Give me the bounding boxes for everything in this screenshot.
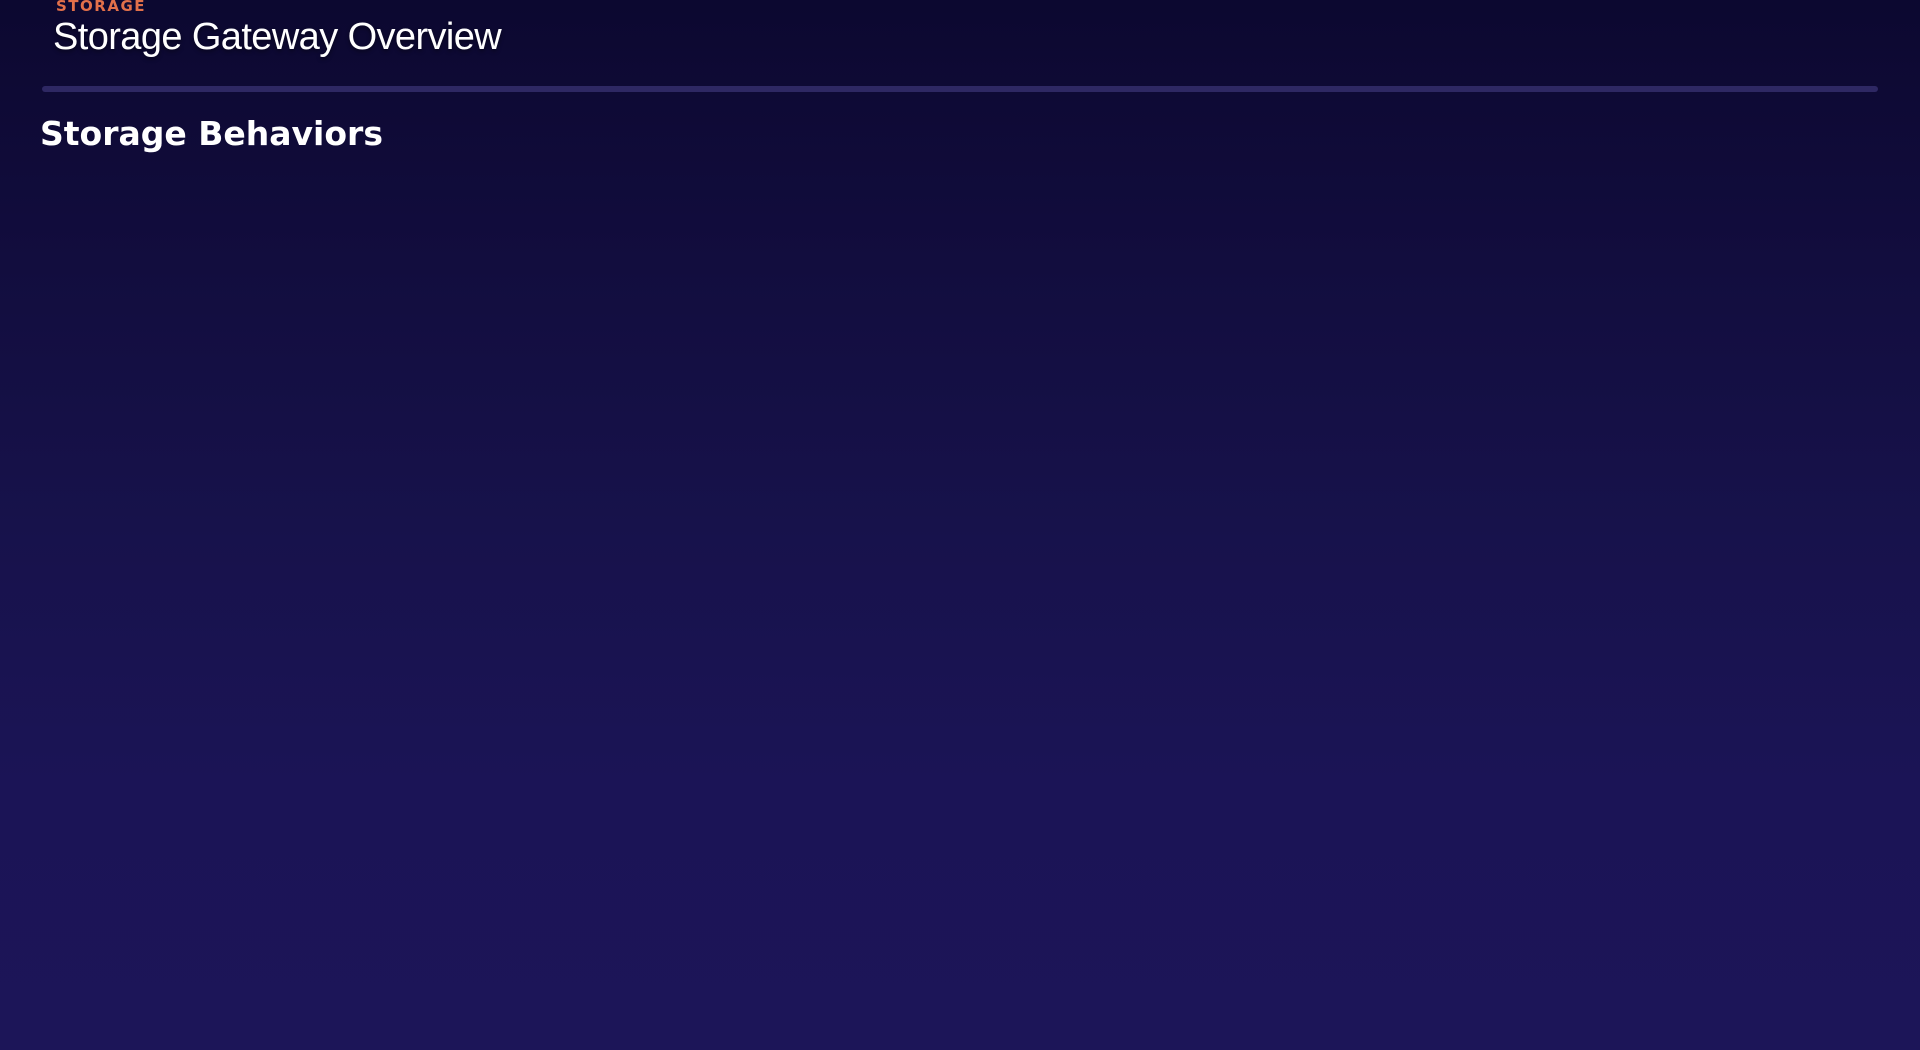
category-eyebrow: STORAGE xyxy=(56,0,147,15)
section-title: Storage Behaviors xyxy=(40,114,383,153)
page-title: Storage Gateway Overview xyxy=(53,16,502,58)
header-divider xyxy=(42,86,1878,92)
page-header: STORAGE Storage Gateway Overview xyxy=(0,0,1920,86)
section-content xyxy=(40,170,1880,1030)
